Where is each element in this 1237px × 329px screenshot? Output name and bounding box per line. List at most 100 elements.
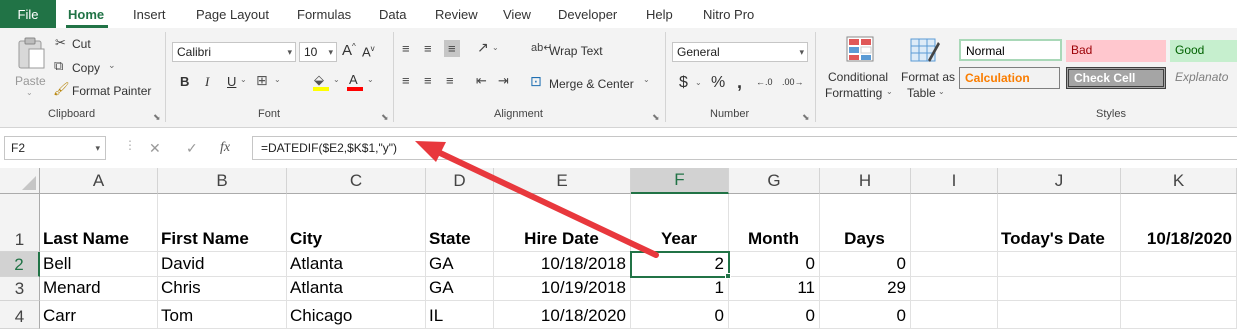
font-name-select[interactable]: Calibri ▾ [172, 42, 296, 62]
row-header-1[interactable]: 1 [0, 194, 40, 252]
tab-developer[interactable]: Developer [558, 0, 617, 28]
insert-function-icon[interactable]: fx [220, 140, 230, 156]
font-color-button[interactable]: A [346, 72, 364, 92]
cell-f1[interactable]: Year [631, 194, 729, 252]
cell-e1[interactable]: Hire Date [494, 194, 631, 252]
column-header-c[interactable]: C [287, 168, 426, 194]
cut-button[interactable]: Cut [72, 37, 91, 51]
font-size-select[interactable]: 10 ▾ [299, 42, 337, 62]
style-bad[interactable]: Bad [1066, 40, 1166, 62]
increase-font-icon[interactable]: A^ [342, 42, 356, 59]
chevron-down-icon[interactable]: ⌄ [240, 75, 247, 84]
cell-a2[interactable]: Bell [40, 252, 158, 277]
cell-c1[interactable]: City [287, 194, 426, 252]
tab-help[interactable]: Help [646, 0, 673, 28]
increase-decimal-icon[interactable]: ←.0 [756, 77, 773, 87]
cell-i2[interactable] [911, 252, 998, 277]
cell-f4[interactable]: 0 [631, 301, 729, 329]
align-top-icon[interactable]: ≡ [402, 42, 410, 55]
number-format-select[interactable]: General ▾ [672, 42, 808, 62]
cell-g4[interactable]: 0 [729, 301, 820, 329]
cell-c2[interactable]: Atlanta [287, 252, 426, 277]
tab-page-layout[interactable]: Page Layout [196, 0, 269, 28]
formula-input[interactable]: =DATEDIF($E2,$K$1,"y") [252, 136, 1237, 160]
percent-icon[interactable]: % [711, 74, 725, 92]
column-header-k[interactable]: K [1121, 168, 1237, 194]
name-box[interactable]: F2 ▾ [4, 136, 106, 160]
orientation-icon[interactable]: ↗ [477, 40, 489, 54]
tab-file[interactable]: File [0, 0, 56, 28]
tab-home[interactable]: Home [68, 0, 104, 28]
cell-a3[interactable]: Menard [40, 277, 158, 301]
column-header-b[interactable]: B [158, 168, 287, 194]
cell-e4[interactable]: 10/18/2020 [494, 301, 631, 329]
cell-j3[interactable] [998, 277, 1121, 301]
column-header-f[interactable]: F [631, 168, 729, 194]
cell-i1[interactable] [911, 194, 998, 252]
decrease-indent-icon[interactable]: ⇤ [476, 74, 487, 87]
column-header-e[interactable]: E [494, 168, 631, 194]
dialog-launcher-icon[interactable]: ⬊ [652, 112, 660, 123]
cell-d2[interactable]: GA [426, 252, 494, 277]
bold-icon[interactable]: B [180, 74, 189, 89]
paste-button[interactable]: Paste ⌄ [10, 34, 50, 97]
cell-b2[interactable]: David [158, 252, 287, 277]
align-middle-icon[interactable]: ≡ [424, 42, 432, 55]
align-right-icon[interactable]: ≡ [446, 74, 454, 87]
chevron-down-icon[interactable]: ⌄ [695, 78, 702, 87]
cell-k3[interactable] [1121, 277, 1237, 301]
tab-formulas[interactable]: Formulas [297, 0, 351, 28]
cell-k1[interactable]: 10/18/2020 [1121, 194, 1237, 252]
column-header-d[interactable]: D [426, 168, 494, 194]
underline-icon[interactable]: U [227, 74, 236, 89]
chevron-down-icon[interactable]: ⌄ [367, 75, 374, 84]
cell-b4[interactable]: Tom [158, 301, 287, 329]
cell-d1[interactable]: State [426, 194, 494, 252]
fill-handle[interactable] [725, 273, 731, 279]
chevron-down-icon[interactable]: ⌄ [643, 75, 650, 84]
cell-h3[interactable]: 29 [820, 277, 911, 301]
cell-d3[interactable]: GA [426, 277, 494, 301]
cell-k4[interactable] [1121, 301, 1237, 329]
comma-style-icon[interactable]: , [737, 72, 742, 93]
cell-h2[interactable]: 0 [820, 252, 911, 277]
cell-e2[interactable]: 10/18/2018 [494, 252, 631, 277]
cell-k2[interactable] [1121, 252, 1237, 277]
cell-i4[interactable] [911, 301, 998, 329]
cancel-icon[interactable]: ✕ [149, 140, 161, 157]
fill-color-button[interactable]: ⬙ [312, 72, 330, 92]
chevron-down-icon[interactable]: ⌄ [492, 43, 499, 52]
wrap-text-button[interactable]: Wrap Text [549, 44, 603, 58]
column-header-i[interactable]: I [911, 168, 998, 194]
style-normal[interactable]: Normal [959, 39, 1062, 61]
cell-f3[interactable]: 1 [631, 277, 729, 301]
cell-e3[interactable]: 10/19/2018 [494, 277, 631, 301]
tab-view[interactable]: View [503, 0, 531, 28]
cell-c3[interactable]: Atlanta [287, 277, 426, 301]
italic-icon[interactable]: I [205, 74, 209, 90]
column-header-g[interactable]: G [729, 168, 820, 194]
merge-center-button[interactable]: Merge & Center [549, 77, 634, 91]
column-header-j[interactable]: J [998, 168, 1121, 194]
row-header-3[interactable]: 3 [0, 277, 40, 301]
currency-icon[interactable]: $ [679, 74, 688, 92]
format-painter-button[interactable]: Format Painter [72, 84, 151, 98]
cell-g2[interactable]: 0 [729, 252, 820, 277]
tab-insert[interactable]: Insert [133, 0, 166, 28]
dialog-launcher-icon[interactable]: ⬊ [153, 112, 161, 123]
cell-c4[interactable]: Chicago [287, 301, 426, 329]
style-calculation[interactable]: Calculation [959, 67, 1060, 89]
cell-j2[interactable] [998, 252, 1121, 277]
align-bottom-icon[interactable]: ≡ [444, 40, 460, 57]
cell-f2[interactable]: 2 [631, 252, 729, 277]
cell-g1[interactable]: Month [729, 194, 820, 252]
tab-review[interactable]: Review [435, 0, 478, 28]
align-left-icon[interactable]: ≡ [402, 74, 410, 87]
format-as-table-button[interactable]: Format as Table ⌄ [898, 34, 956, 104]
row-header-2[interactable]: 2 [0, 252, 40, 277]
dialog-launcher-icon[interactable]: ⬊ [802, 112, 810, 123]
borders-icon[interactable]: ⊞ [256, 72, 268, 89]
cell-a4[interactable]: Carr [40, 301, 158, 329]
increase-indent-icon[interactable]: ⇥ [498, 74, 509, 87]
dialog-launcher-icon[interactable]: ⬊ [381, 112, 389, 123]
